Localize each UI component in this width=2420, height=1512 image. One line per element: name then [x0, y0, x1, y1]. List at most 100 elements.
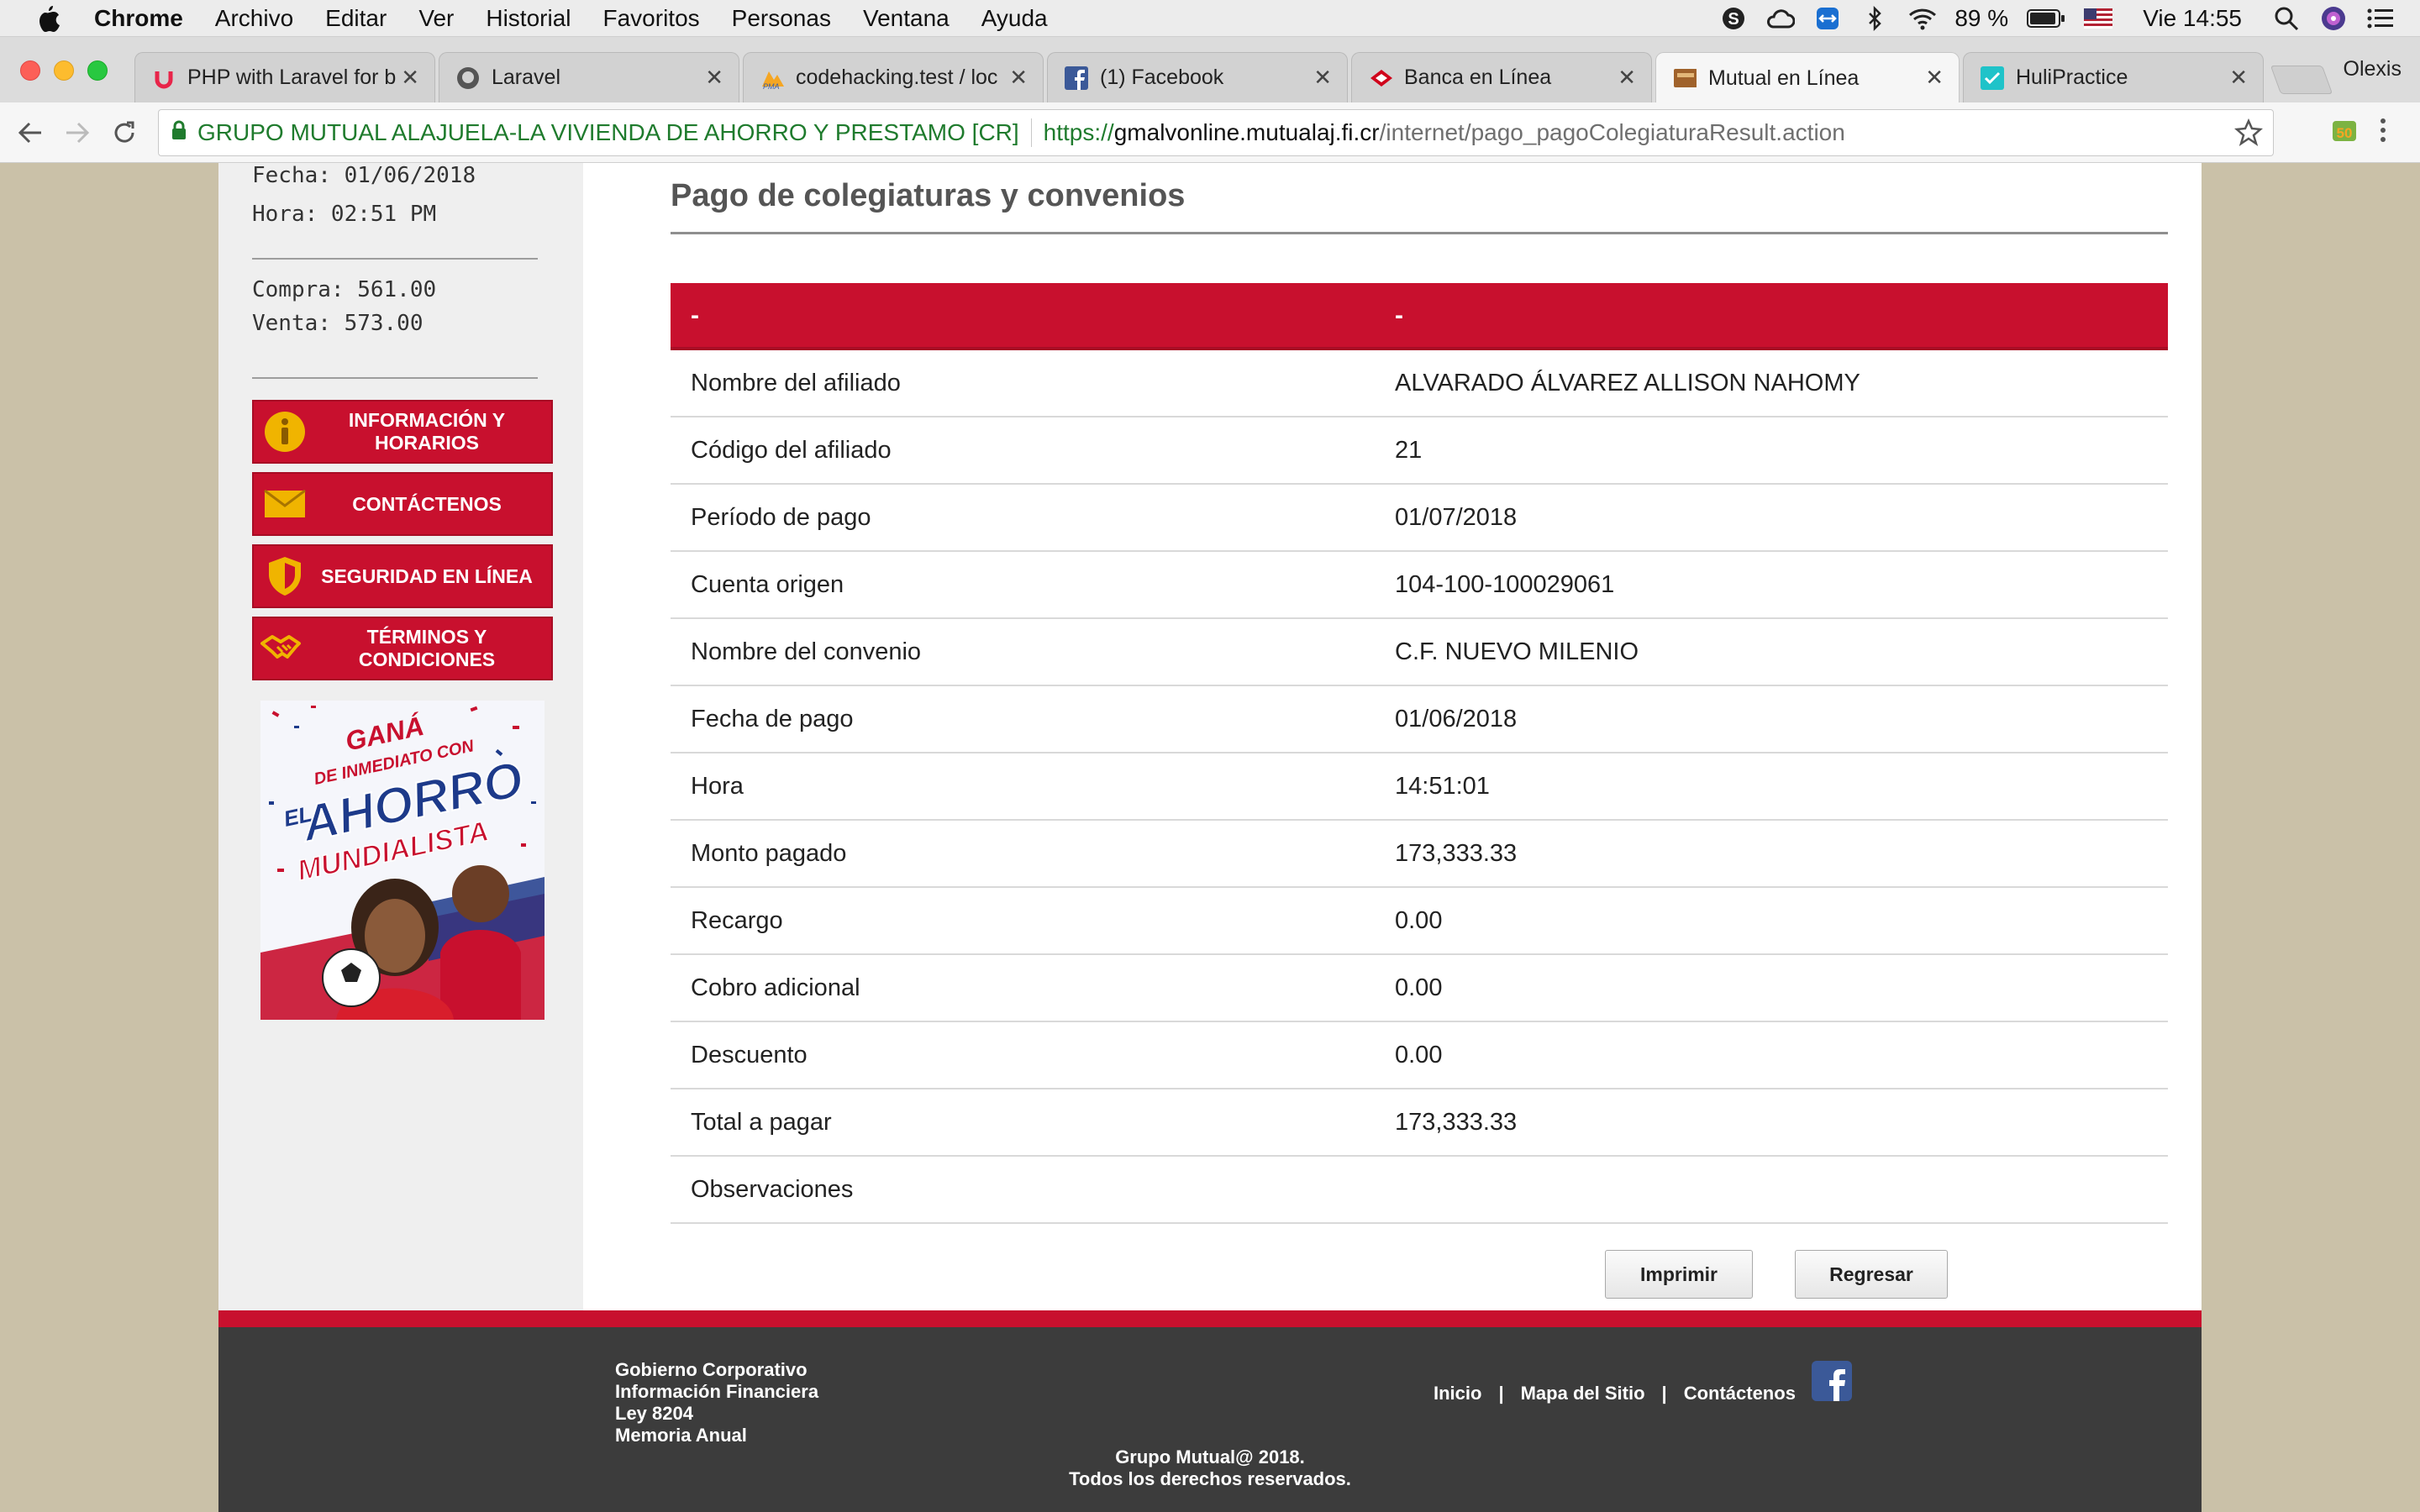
bookmark-star-icon[interactable] [2234, 118, 2263, 153]
print-button[interactable]: Imprimir [1605, 1250, 1753, 1299]
terminos-condiciones-button[interactable]: TÉRMINOS Y CONDICIONES [252, 617, 553, 680]
contactenos-button[interactable]: CONTÁCTENOS [252, 472, 553, 536]
forward-arrow-icon[interactable] [59, 114, 96, 151]
svg-text:50: 50 [2337, 125, 2353, 141]
wifi-icon[interactable] [1907, 4, 1937, 33]
footer-separator: | [1498, 1383, 1504, 1404]
teamviewer-icon[interactable] [1813, 4, 1842, 33]
menubar-clock[interactable]: Vie 14:55 [2143, 5, 2242, 32]
tab-php-laravel[interactable]: PHP with Laravel for b ✕ [134, 52, 435, 102]
tab-title: codehacking.test / loc [796, 66, 998, 89]
row-label: Observaciones [691, 1176, 854, 1203]
battery-icon[interactable] [2027, 4, 2065, 33]
tab-title: HuliPractice [2016, 66, 2128, 89]
row-label: Recargo [691, 907, 783, 934]
table-row: Código del afiliado 21 [671, 417, 2168, 485]
close-tab-icon[interactable]: ✕ [1925, 65, 1944, 91]
handshake-icon [259, 622, 311, 675]
menu-app-name[interactable]: Chrome [94, 5, 183, 32]
menu-ayuda[interactable]: Ayuda [981, 5, 1048, 32]
table-row: Cuenta origen 104-100-100029061 [671, 552, 2168, 619]
macos-menu-bar: Chrome Archivo Editar Ver Historial Favo… [0, 0, 2420, 37]
footer-link-contactenos[interactable]: Contáctenos [1684, 1383, 1796, 1404]
title-underline [671, 232, 2168, 234]
lock-icon[interactable] [171, 119, 187, 146]
maximize-window-button[interactable] [87, 60, 108, 81]
close-tab-icon[interactable]: ✕ [1009, 65, 1028, 91]
back-button[interactable]: Regresar [1795, 1250, 1948, 1299]
battery-percent: 89 % [1954, 5, 2009, 31]
phpmyadmin-icon: PMA [760, 66, 784, 90]
skype-icon[interactable]: S [1719, 4, 1748, 33]
row-value: 14:51:01 [1395, 773, 1490, 800]
menu-ventana[interactable]: Ventana [863, 5, 950, 32]
extension-icon[interactable]: 50 [2329, 116, 2360, 150]
close-tab-icon[interactable]: ✕ [1618, 65, 1636, 91]
row-label: Cobro adicional [691, 974, 860, 1001]
close-tab-icon[interactable]: ✕ [2229, 65, 2248, 91]
close-tab-icon[interactable]: ✕ [705, 65, 723, 91]
footer-link-gobierno-corporativo[interactable]: Gobierno Corporativo [615, 1359, 818, 1381]
notification-center-icon[interactable] [2366, 4, 2395, 33]
tab-title: PHP with Laravel for b [187, 66, 397, 89]
browser-toolbar: GRUPO MUTUAL ALAJUELA-LA VIVIENDA DE AHO… [0, 102, 2420, 163]
creative-cloud-icon[interactable] [1766, 4, 1796, 33]
spotlight-search-icon[interactable] [2272, 4, 2301, 33]
tab-banca-en-linea[interactable]: Banca en Línea ✕ [1351, 52, 1652, 102]
tab-title: Mutual en Línea [1708, 66, 1860, 90]
menu-personas[interactable]: Personas [732, 5, 831, 32]
profile-name[interactable]: Olexis [2344, 57, 2402, 81]
exchange-rate-sell: Venta: 573.00 [252, 311, 424, 336]
tab-hulipractice[interactable]: HuliPractice ✕ [1963, 52, 2264, 102]
copyright-line-2: Todos los derechos reservados. [1069, 1468, 1351, 1489]
menu-historial[interactable]: Historial [486, 5, 571, 32]
menu-archivo[interactable]: Archivo [215, 5, 293, 32]
row-value: 104-100-100029061 [1395, 571, 1615, 598]
promo-banner-ahorro-mundialista[interactable]: GANÁ DE INMEDIATO CON EL AHORRO MUNDIALI… [260, 701, 544, 1020]
tab-facebook[interactable]: (1) Facebook ✕ [1047, 52, 1348, 102]
apple-icon[interactable] [34, 3, 64, 34]
tab-codehacking[interactable]: PMA codehacking.test / loc ✕ [743, 52, 1044, 102]
footer-separator: | [1661, 1383, 1667, 1404]
exchange-rate-buy: Compra: 561.00 [252, 277, 437, 302]
tab-laravel[interactable]: Laravel ✕ [439, 52, 739, 102]
tab-title: (1) Facebook [1100, 66, 1224, 89]
bluetooth-icon[interactable] [1860, 4, 1889, 33]
reload-icon[interactable] [106, 114, 143, 151]
footer-link-inicio[interactable]: Inicio [1434, 1383, 1481, 1404]
menu-ver[interactable]: Ver [418, 5, 454, 32]
address-bar[interactable]: GRUPO MUTUAL ALAJUELA-LA VIVIENDA DE AHO… [158, 109, 2274, 156]
row-value: 0.00 [1395, 907, 1443, 934]
footer-link-memoria-anual[interactable]: Memoria Anual [615, 1425, 818, 1446]
footer-link-ley-8204[interactable]: Ley 8204 [615, 1403, 818, 1425]
row-label: Período de pago [691, 504, 871, 531]
footer-link-mapa-del-sitio[interactable]: Mapa del Sitio [1521, 1383, 1645, 1404]
close-tab-icon[interactable]: ✕ [1313, 65, 1332, 91]
us-flag-icon[interactable] [2084, 4, 2113, 33]
back-arrow-icon[interactable] [12, 114, 49, 151]
siri-icon[interactable] [2319, 4, 2348, 33]
close-window-button[interactable] [20, 60, 40, 81]
info-horarios-button[interactable]: INFORMACIÓN Y HORARIOS [252, 400, 553, 464]
row-label: Código del afiliado [691, 437, 892, 464]
sidebar-date: Fecha: 01/06/2018 [252, 163, 476, 188]
row-value: 01/06/2018 [1395, 706, 1518, 732]
table-row: Monto pagado 173,333.33 [671, 821, 2168, 888]
chrome-menu-icon[interactable] [2378, 116, 2388, 149]
seguridad-en-linea-button[interactable]: SEGURIDAD EN LÍNEA [252, 544, 553, 608]
facebook-icon[interactable] [1812, 1361, 1852, 1401]
row-value: 173,333.33 [1395, 840, 1518, 867]
header-col-2: - [1395, 302, 1403, 329]
footer-link-informacion-financiera[interactable]: Información Financiera [615, 1381, 818, 1403]
copyright: Grupo Mutual@ 2018. Todos los derechos r… [218, 1446, 2202, 1490]
button-label: TÉRMINOS Y CONDICIONES [358, 626, 496, 670]
close-tab-icon[interactable]: ✕ [401, 65, 419, 91]
menu-editar[interactable]: Editar [325, 5, 387, 32]
ev-certificate-name[interactable]: GRUPO MUTUAL ALAJUELA-LA VIVIENDA DE AHO… [197, 119, 1019, 146]
new-tab-button[interactable] [2270, 66, 2333, 94]
minimize-window-button[interactable] [54, 60, 74, 81]
tab-title: Banca en Línea [1404, 66, 1552, 89]
table-row: Período de pago 01/07/2018 [671, 485, 2168, 552]
menu-favoritos[interactable]: Favoritos [603, 5, 700, 32]
tab-mutual-en-linea[interactable]: Mutual en Línea ✕ [1655, 52, 1960, 103]
